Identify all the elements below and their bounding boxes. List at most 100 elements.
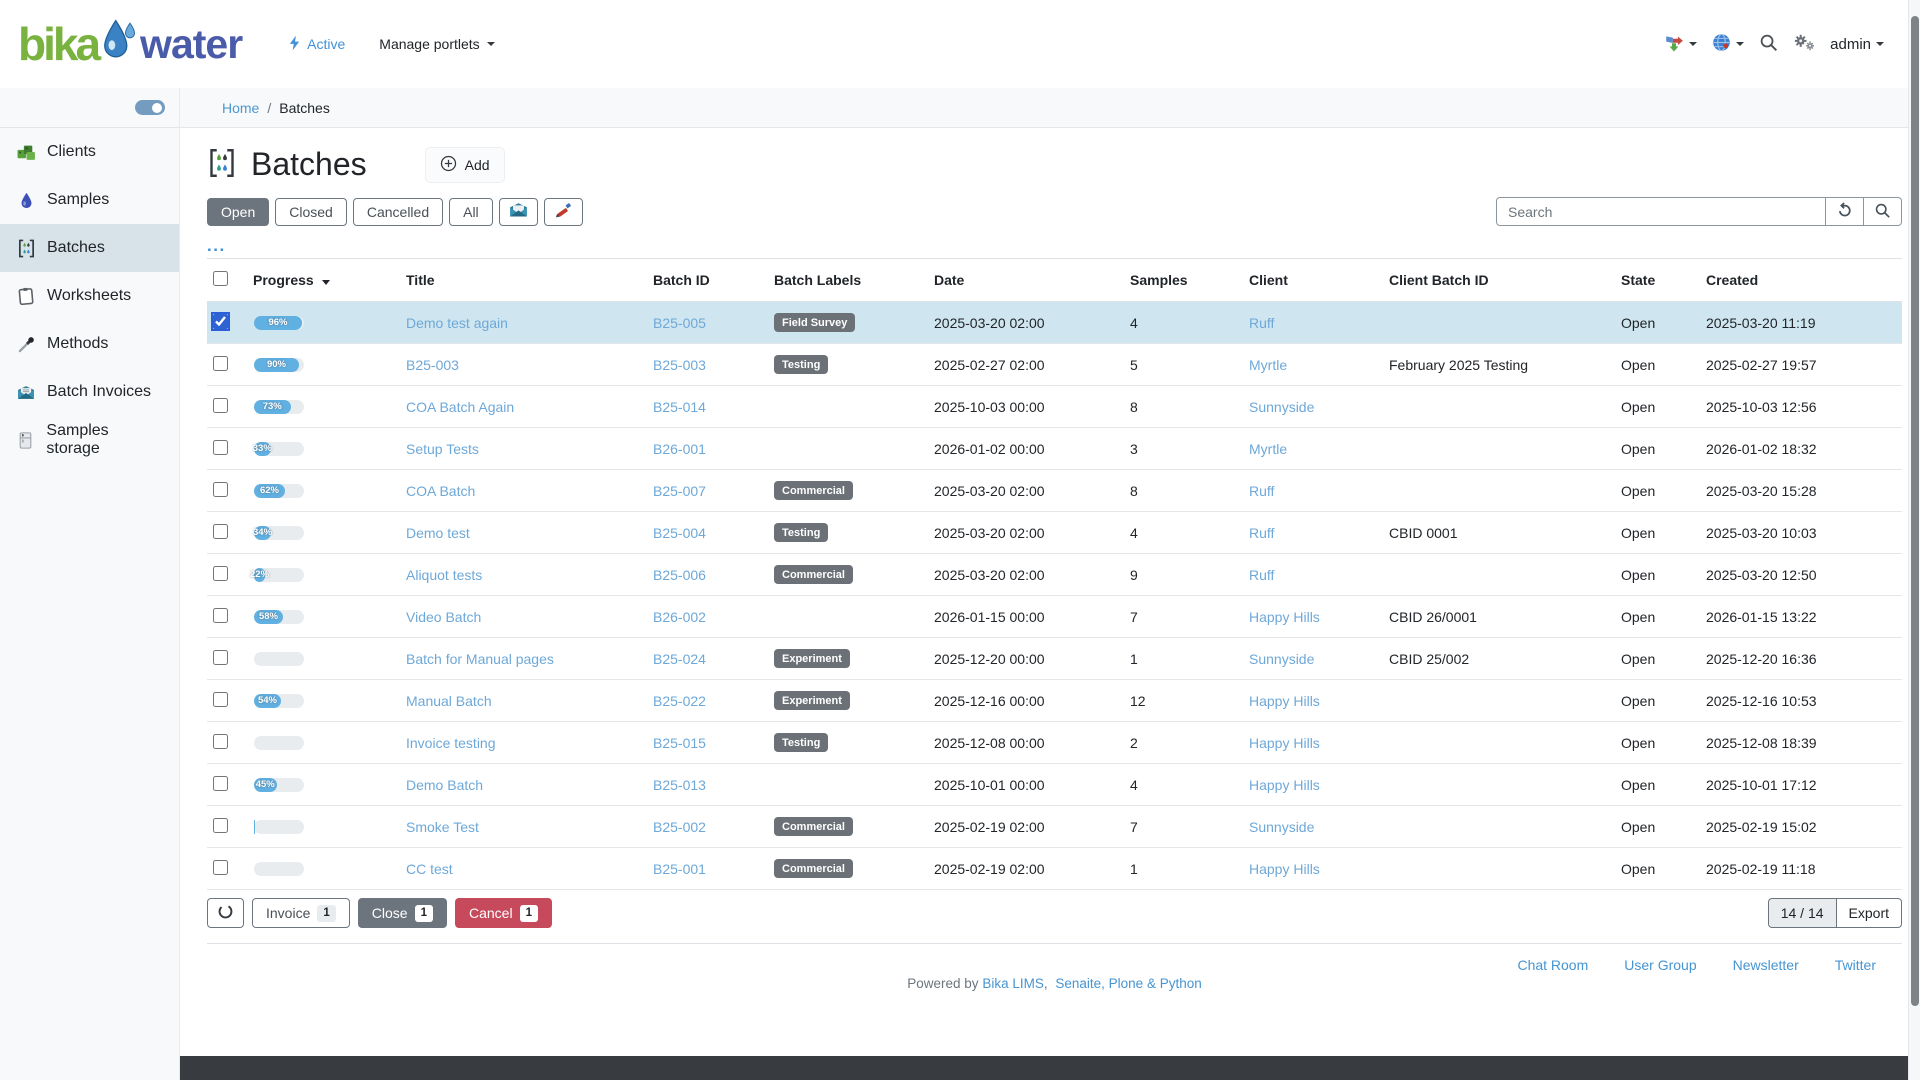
client-link[interactable]: Happy Hills xyxy=(1249,609,1320,625)
row-checkbox[interactable] xyxy=(213,776,228,791)
client-link[interactable]: Myrtle xyxy=(1249,357,1287,373)
batch-id-link[interactable]: B25-004 xyxy=(653,525,706,541)
batch-title-link[interactable]: CC test xyxy=(406,861,453,877)
sidebar-item-batches[interactable]: Batches xyxy=(0,224,179,272)
table-row[interactable]: Batch for Manual pages B25-024 Experimen… xyxy=(207,638,1902,680)
scrollbar-thumb[interactable] xyxy=(1911,16,1919,1006)
reload-button[interactable] xyxy=(1826,197,1864,226)
table-row[interactable]: 33% Setup Tests B26-001 2026-01-02 00:00… xyxy=(207,428,1902,470)
print-invoices-button[interactable] xyxy=(499,198,538,226)
row-checkbox[interactable] xyxy=(213,440,228,455)
sidebar-item-methods[interactable]: Methods xyxy=(0,320,179,368)
client-link[interactable]: Happy Hills xyxy=(1249,777,1320,793)
batch-title-link[interactable]: B25-003 xyxy=(406,357,459,373)
batch-id-link[interactable]: B25-024 xyxy=(653,651,706,667)
batch-title-link[interactable]: Video Batch xyxy=(406,609,481,625)
search-submit-button[interactable] xyxy=(1864,197,1902,226)
table-row[interactable]: CC test B25-001 Commercial 2025-02-19 02… xyxy=(207,848,1902,890)
sidebar-item-samples[interactable]: Samples xyxy=(0,176,179,224)
client-link[interactable]: Sunnyside xyxy=(1249,399,1314,415)
table-row[interactable]: 62% COA Batch B25-007 Commercial 2025-03… xyxy=(207,470,1902,512)
batch-title-link[interactable]: Demo Batch xyxy=(406,777,483,793)
batch-title-link[interactable]: Demo test xyxy=(406,525,470,541)
row-checkbox[interactable] xyxy=(213,650,228,665)
row-checkbox[interactable] xyxy=(213,314,228,329)
table-row[interactable]: 22% Aliquot tests B25-006 Commercial 202… xyxy=(207,554,1902,596)
footer-link-twitter[interactable]: Twitter xyxy=(1835,957,1876,973)
batch-title-link[interactable]: Batch for Manual pages xyxy=(406,651,554,667)
batch-title-link[interactable]: Invoice testing xyxy=(406,735,496,751)
sidebar-item-worksheets[interactable]: Worksheets xyxy=(0,272,179,320)
row-checkbox[interactable] xyxy=(213,818,228,833)
client-link[interactable]: Sunnyside xyxy=(1249,819,1314,835)
table-row[interactable]: Smoke Test B25-002 Commercial 2025-02-19… xyxy=(207,806,1902,848)
batch-title-link[interactable]: COA Batch Again xyxy=(406,399,514,415)
row-checkbox[interactable] xyxy=(213,482,228,497)
batch-id-link[interactable]: B25-003 xyxy=(653,357,706,373)
sidebar-item-samples-storage[interactable]: Samples storage xyxy=(0,416,179,464)
batch-id-link[interactable]: B25-005 xyxy=(653,315,706,331)
column-header-created[interactable]: Created xyxy=(1700,259,1902,302)
filter-tab-open[interactable]: Open xyxy=(207,198,269,226)
filter-tab-cancelled[interactable]: Cancelled xyxy=(353,198,443,226)
column-header-samples[interactable]: Samples xyxy=(1124,259,1243,302)
column-header-date[interactable]: Date xyxy=(928,259,1124,302)
app-logo[interactable]: bika water xyxy=(18,17,242,71)
column-header-batch-id[interactable]: Batch ID xyxy=(647,259,768,302)
manage-portlets-menu[interactable]: Manage portlets xyxy=(379,36,494,52)
table-row[interactable]: Invoice testing B25-015 Testing 2025-12-… xyxy=(207,722,1902,764)
sidebar-item-batch-invoices[interactable]: Batch Invoices xyxy=(0,368,179,416)
batch-id-link[interactable]: B25-001 xyxy=(653,861,706,877)
batch-id-link[interactable]: B25-015 xyxy=(653,735,706,751)
batch-title-link[interactable]: COA Batch xyxy=(406,483,475,499)
client-link[interactable]: Happy Hills xyxy=(1249,735,1320,751)
client-link[interactable]: Myrtle xyxy=(1249,441,1287,457)
batch-title-link[interactable]: Smoke Test xyxy=(406,819,479,835)
row-checkbox[interactable] xyxy=(213,692,228,707)
table-row[interactable]: 90% B25-003 B25-003 Testing 2025-02-27 0… xyxy=(207,344,1902,386)
setup-button[interactable] xyxy=(1793,33,1815,55)
column-header-progress[interactable]: Progress xyxy=(247,259,400,302)
export-button[interactable]: Export xyxy=(1837,898,1902,928)
batch-id-link[interactable]: B26-001 xyxy=(653,441,706,457)
table-row[interactable]: 58% Video Batch B26-002 2026-01-15 00:00… xyxy=(207,596,1902,638)
invoice-button[interactable]: Invoice 1 xyxy=(252,898,350,928)
table-row[interactable]: 34% Demo test B25-004 Testing 2025-03-20… xyxy=(207,512,1902,554)
client-link[interactable]: Happy Hills xyxy=(1249,693,1320,709)
batch-id-link[interactable]: B25-007 xyxy=(653,483,706,499)
batch-id-link[interactable]: B26-002 xyxy=(653,609,706,625)
global-search-button[interactable] xyxy=(1759,33,1778,55)
column-header-batch-labels[interactable]: Batch Labels xyxy=(768,259,928,302)
context-menu-dots[interactable]: ... xyxy=(207,241,1902,251)
workflow-state-menu[interactable] xyxy=(1664,34,1697,55)
add-batch-button[interactable]: Add xyxy=(425,147,505,183)
client-link[interactable]: Ruff xyxy=(1249,315,1274,331)
table-row[interactable]: 73% COA Batch Again B25-014 2025-10-03 0… xyxy=(207,386,1902,428)
row-checkbox[interactable] xyxy=(213,398,228,413)
client-link[interactable]: Ruff xyxy=(1249,525,1274,541)
scrollbar[interactable] xyxy=(1908,0,1920,1080)
client-link[interactable]: Ruff xyxy=(1249,483,1274,499)
sidebar-item-clients[interactable]: Clients xyxy=(0,128,179,176)
row-checkbox[interactable] xyxy=(213,356,228,371)
user-menu[interactable]: admin xyxy=(1830,36,1884,53)
senaite-plone-python-link[interactable]: Senaite, Plone & Python xyxy=(1055,976,1201,991)
edit-labels-button[interactable] xyxy=(544,198,583,226)
filter-tab-all[interactable]: All xyxy=(449,198,493,226)
column-header-title[interactable]: Title xyxy=(400,259,647,302)
column-header-client[interactable]: Client xyxy=(1243,259,1383,302)
batch-title-link[interactable]: Manual Batch xyxy=(406,693,492,709)
batch-title-link[interactable]: Aliquot tests xyxy=(406,567,482,583)
client-link[interactable]: Happy Hills xyxy=(1249,861,1320,877)
batch-id-link[interactable]: B25-014 xyxy=(653,399,706,415)
footer-link-user-group[interactable]: User Group xyxy=(1624,957,1696,973)
select-all-checkbox[interactable] xyxy=(213,271,228,286)
batch-id-link[interactable]: B25-002 xyxy=(653,819,706,835)
filter-tab-closed[interactable]: Closed xyxy=(275,198,347,226)
table-row[interactable]: 96% Demo test again B25-005 Field Survey… xyxy=(207,302,1902,344)
batch-id-link[interactable]: B25-022 xyxy=(653,693,706,709)
batch-id-link[interactable]: B25-013 xyxy=(653,777,706,793)
breadcrumb-home-link[interactable]: Home xyxy=(222,100,259,116)
batch-title-link[interactable]: Setup Tests xyxy=(406,441,479,457)
cancel-button[interactable]: Cancel 1 xyxy=(455,898,552,928)
